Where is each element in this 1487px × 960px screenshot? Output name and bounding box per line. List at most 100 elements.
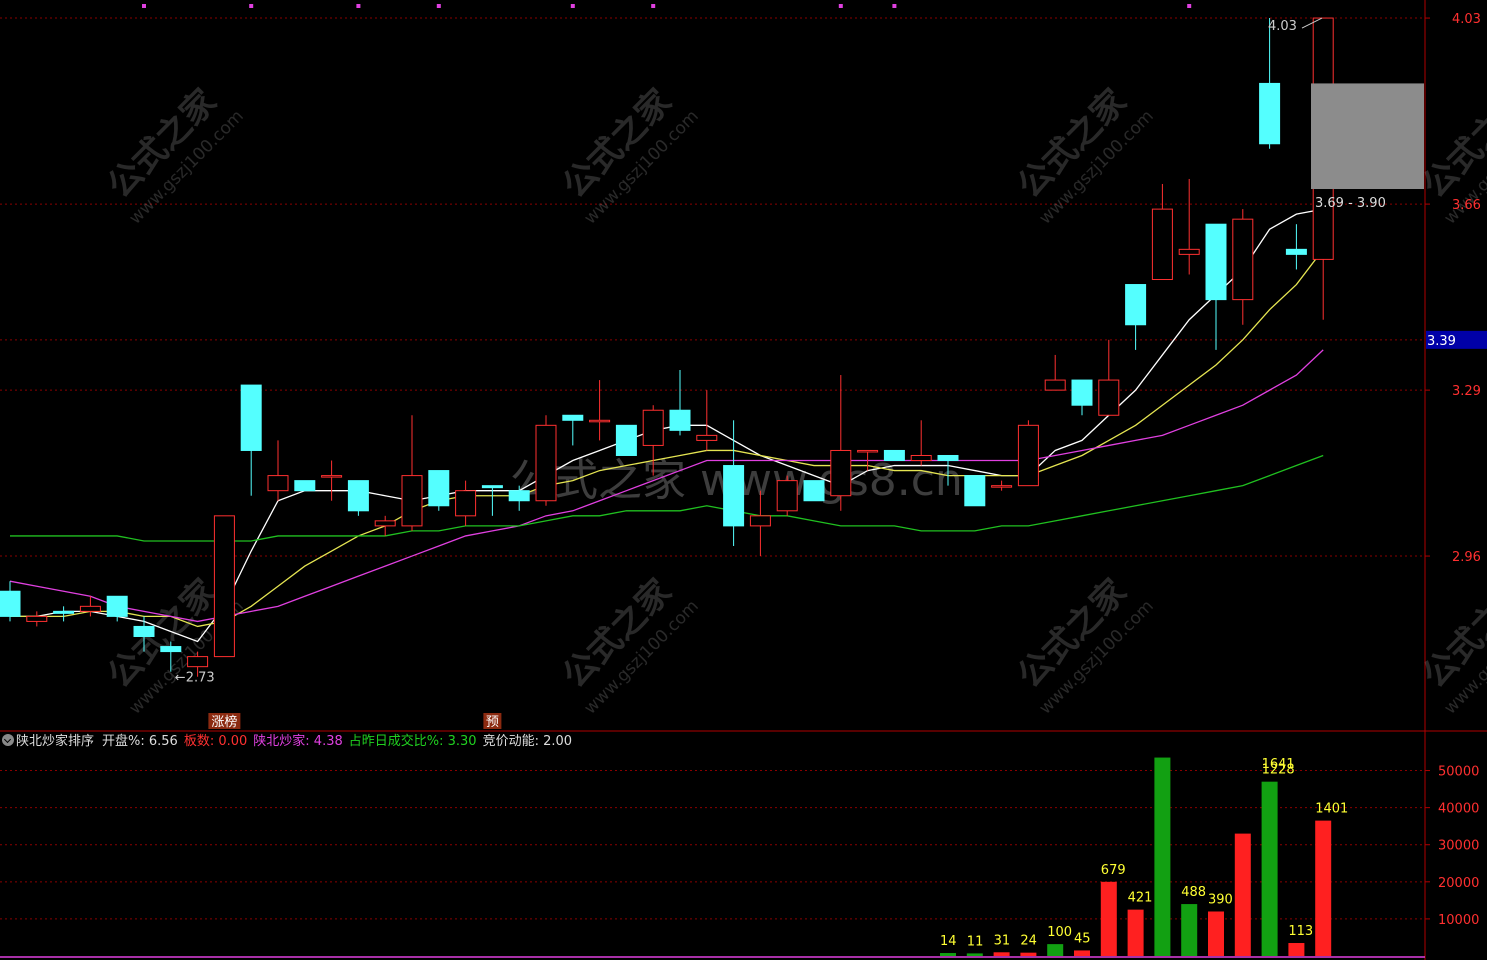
volume-bar-label: 31 bbox=[994, 933, 1011, 948]
candle bbox=[1205, 223, 1227, 350]
volume-tick-label: 20000 bbox=[1438, 876, 1479, 891]
high-label: 4.03 bbox=[1268, 19, 1297, 34]
candle-body bbox=[1017, 424, 1039, 487]
candle-body bbox=[857, 449, 879, 453]
event-marker: 预 bbox=[483, 713, 502, 730]
volume-bar-label: 100 bbox=[1047, 925, 1072, 940]
candle bbox=[1017, 420, 1039, 487]
watermark-tile: 公式之家www.gszj100.com bbox=[555, 572, 703, 719]
candle bbox=[1259, 18, 1281, 149]
target-box bbox=[1311, 83, 1424, 190]
candle bbox=[589, 380, 611, 441]
candle-body bbox=[401, 475, 423, 527]
kline-chart[interactable]: 公式之家www.gszj100.com 公式之家www.gszj100.com 公式… bbox=[0, 0, 1487, 960]
indicator-title[interactable]: 陕北炒家排序 bbox=[16, 734, 94, 749]
candle bbox=[1071, 379, 1093, 416]
candle bbox=[267, 440, 289, 501]
price-axis: 4.03 3.66 3.39 3.29 2.96 bbox=[1425, 12, 1487, 565]
volume-bar bbox=[1261, 781, 1278, 956]
indicator-value: 占昨日成交比%: 3.30 bbox=[348, 734, 477, 749]
volume-bar-label: 45 bbox=[1074, 931, 1091, 946]
candle-body bbox=[347, 480, 369, 512]
candle-body bbox=[883, 449, 905, 462]
candle bbox=[669, 370, 691, 436]
candle-body bbox=[481, 485, 503, 489]
target-label: 3.69 - 3.90 bbox=[1315, 196, 1386, 211]
candle-body bbox=[964, 475, 986, 507]
low-label: ←2.73 bbox=[175, 671, 215, 686]
candle-body bbox=[0, 590, 21, 617]
volume-extra-label: 1641 bbox=[1262, 757, 1295, 772]
top-dot bbox=[1187, 4, 1192, 8]
candle bbox=[1125, 284, 1147, 350]
volume-bar-label: 679 bbox=[1101, 863, 1126, 878]
volume-bar-label: 113 bbox=[1288, 924, 1313, 939]
candle-body bbox=[160, 646, 182, 653]
candle bbox=[535, 415, 557, 506]
volume-bar bbox=[1234, 833, 1251, 956]
candle-body bbox=[53, 610, 75, 614]
candle-body bbox=[696, 434, 718, 441]
candle bbox=[964, 475, 986, 507]
candle bbox=[455, 480, 477, 526]
candle-body bbox=[1259, 82, 1281, 145]
candle-body bbox=[615, 424, 637, 456]
price-tick-label: 3.66 bbox=[1452, 198, 1481, 213]
candle-body bbox=[669, 409, 691, 431]
candle-body bbox=[1044, 379, 1066, 391]
candle bbox=[1044, 354, 1066, 391]
volume-bar bbox=[1181, 904, 1198, 956]
price-tick-label: 4.03 bbox=[1452, 12, 1481, 27]
candle bbox=[776, 475, 798, 516]
volume-bar-label: 11 bbox=[967, 934, 984, 949]
volume-bar bbox=[1127, 909, 1144, 956]
candle-body bbox=[374, 520, 396, 527]
annotations: 4.03 ←2.73 3.69 - 3.90 涨榜 预 bbox=[175, 17, 1424, 730]
candle bbox=[240, 384, 262, 496]
candle-body bbox=[1232, 218, 1254, 301]
candle bbox=[1098, 339, 1120, 416]
volume-bar bbox=[1020, 952, 1037, 956]
candle bbox=[910, 420, 932, 466]
volume-bar bbox=[1208, 911, 1224, 956]
candle-body bbox=[26, 615, 48, 622]
indicator-info-bar: 陕北炒家排序 开盘%: 6.56 板数: 0.00 陕北炒家: 4.38 占昨日成交比%… bbox=[0, 732, 580, 752]
collapse-circle-icon[interactable] bbox=[2, 734, 14, 746]
moving-averages bbox=[9, 208, 1324, 643]
volume-bar-label: 421 bbox=[1128, 891, 1153, 906]
top-markers bbox=[142, 4, 1192, 8]
volume-bar bbox=[1100, 881, 1117, 956]
candle-body bbox=[294, 480, 316, 492]
volume-bar-label: 1401 bbox=[1315, 802, 1348, 817]
candle bbox=[428, 470, 450, 511]
volume-bar bbox=[1074, 950, 1090, 956]
candle-body bbox=[79, 605, 101, 612]
candle-body bbox=[187, 656, 209, 668]
candle-body bbox=[428, 470, 450, 507]
price-tick-label: 3.29 bbox=[1452, 384, 1481, 399]
top-dot bbox=[651, 4, 656, 8]
volume-tick-label: 40000 bbox=[1438, 802, 1479, 817]
top-dot bbox=[249, 4, 254, 8]
candle-body bbox=[562, 414, 584, 421]
candle-body bbox=[642, 409, 664, 446]
indicator-value: 陕北炒家: 4.38 bbox=[253, 734, 343, 749]
price-tick-label: 2.96 bbox=[1452, 550, 1481, 565]
candle bbox=[562, 414, 584, 446]
candle-body bbox=[910, 454, 932, 462]
volume-bar-label: 14 bbox=[940, 934, 957, 949]
candle bbox=[615, 424, 637, 456]
current-price-label: 3.39 bbox=[1427, 334, 1456, 349]
top-dot bbox=[142, 4, 146, 8]
volume-bar-label: 24 bbox=[1020, 934, 1037, 949]
volume-bar-label: 390 bbox=[1208, 892, 1233, 907]
candle-body bbox=[455, 490, 477, 517]
candle bbox=[803, 480, 825, 502]
candle-body bbox=[803, 480, 825, 502]
candle bbox=[401, 415, 423, 531]
candle-body bbox=[1071, 379, 1093, 406]
volume-bar-label: 488 bbox=[1181, 885, 1206, 900]
candle bbox=[347, 480, 369, 516]
event-marker: 涨榜 bbox=[208, 713, 241, 730]
watermark-tile: 公式之家www.gszj100.com bbox=[555, 82, 703, 229]
